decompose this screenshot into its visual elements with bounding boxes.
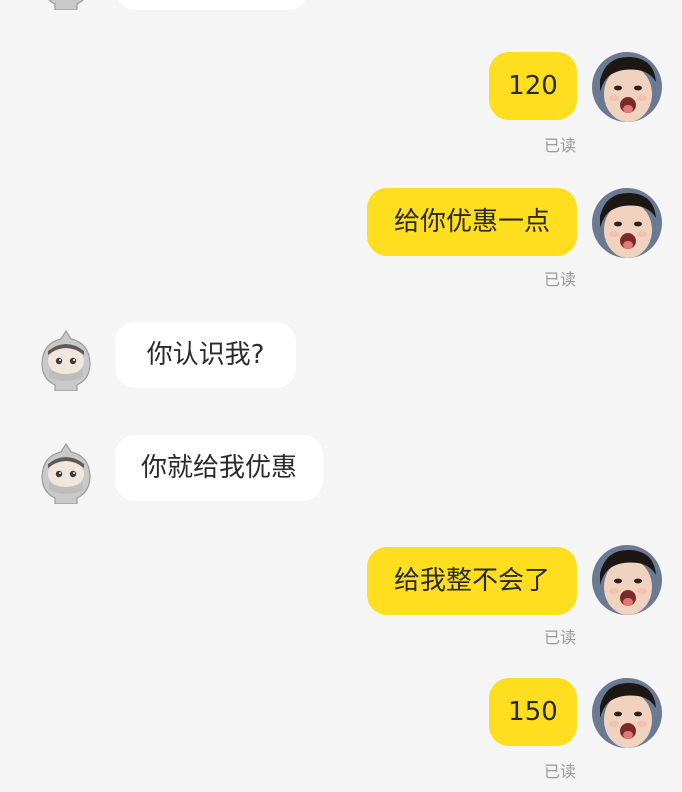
message-bubble-me[interactable]: 120: [489, 52, 577, 120]
message-text: 150: [508, 697, 558, 727]
my-avatar-icon[interactable]: [592, 188, 662, 258]
message-bubble-other[interactable]: 你认识我?: [115, 322, 296, 388]
message-text: 你就给我优惠: [140, 453, 297, 483]
read-status: 已读: [544, 762, 577, 781]
message-bubble-me[interactable]: 150: [489, 678, 577, 746]
read-status: 已读: [544, 270, 577, 289]
read-status: 已读: [544, 628, 577, 647]
my-avatar-icon[interactable]: [592, 678, 662, 748]
message-bubble-me[interactable]: 给我整不会了: [367, 547, 577, 615]
message-text: 120: [508, 71, 558, 101]
other-avatar-icon[interactable]: [37, 442, 95, 504]
message-bubble-me[interactable]: 给你优惠一点: [367, 188, 577, 256]
message-text: 给我整不会了: [393, 566, 550, 596]
message-text: 给你优惠一点: [393, 207, 550, 237]
message-bubble-other[interactable]: 你就给我优惠: [115, 435, 323, 501]
other-avatar-icon[interactable]: [37, 329, 95, 391]
my-avatar-icon[interactable]: [592, 52, 662, 122]
other-avatar-icon[interactable]: [37, 0, 95, 10]
my-avatar-icon[interactable]: [592, 545, 662, 615]
partial-message-bubble[interactable]: [115, 0, 308, 10]
message-text: 你认识我?: [146, 340, 265, 370]
read-status: 已读: [544, 136, 577, 155]
